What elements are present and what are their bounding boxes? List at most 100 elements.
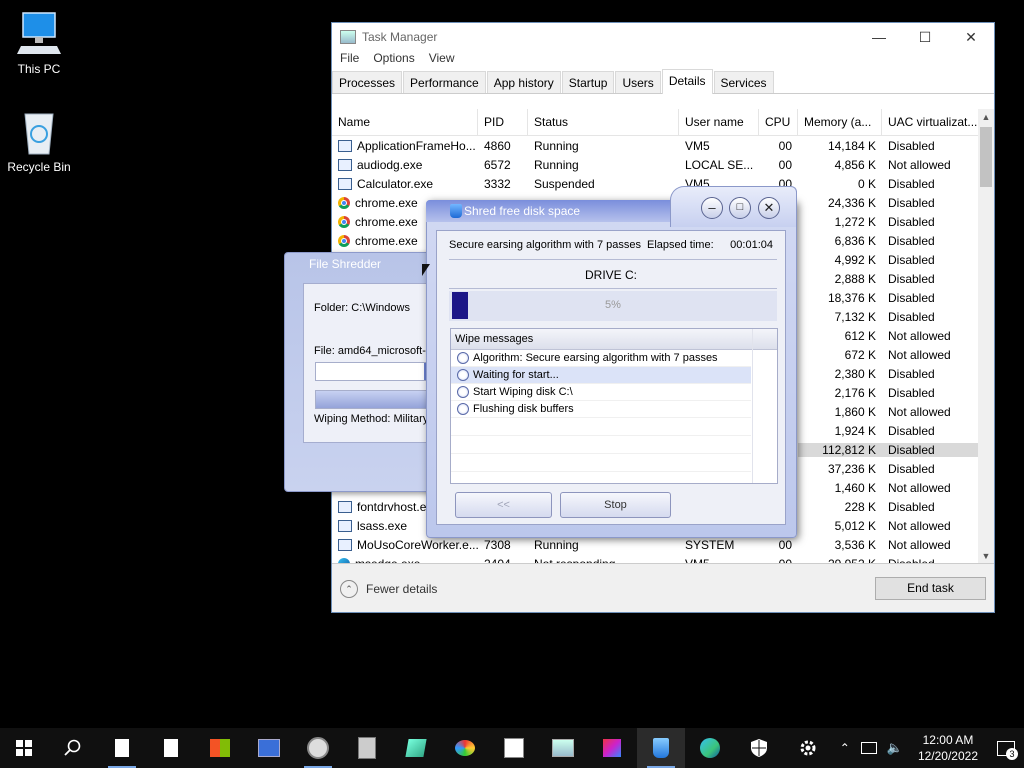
shred-dialog: Shred free disk space – □ ✕ Secure earsi… (426, 186, 797, 538)
stop-button[interactable]: Stop (560, 492, 671, 518)
tab-app-history[interactable]: App history (486, 71, 561, 93)
memory-cell: 612 K (798, 329, 882, 343)
elapsed-label: Elapsed time: (647, 239, 714, 251)
taskbar-app-paint[interactable] (441, 728, 489, 768)
notification-center-button[interactable]: 3 (988, 728, 1024, 768)
taskbar-app-document[interactable] (147, 728, 195, 768)
maximize-button[interactable]: □ (729, 197, 751, 219)
search-button[interactable] (48, 728, 96, 768)
tab-services[interactable]: Services (713, 71, 774, 93)
memory-cell-text: 5,012 K (834, 518, 876, 533)
close-button[interactable]: ✕ (758, 197, 780, 219)
uac-cell: Not allowed (882, 481, 980, 495)
uac-cell: Not allowed (882, 519, 980, 533)
status-cell-text: Running (534, 537, 579, 552)
tab-details[interactable]: Details (661, 69, 713, 94)
memory-cell-text: 14,184 K (827, 138, 876, 153)
back-button[interactable]: << (455, 492, 552, 518)
uac-cell-text: Disabled (888, 290, 935, 305)
taskbar-app-clock[interactable] (294, 728, 342, 768)
list-item[interactable]: Waiting for start... (451, 367, 751, 384)
wipe-messages-header: Wipe messages (451, 329, 777, 350)
uac-cell: Disabled (882, 272, 980, 286)
notebook-icon (405, 739, 427, 757)
tab-performance[interactable]: Performance (403, 71, 486, 93)
desktop-icon-this-pc[interactable]: This PC (1, 10, 77, 76)
memory-cell-text: 18,376 K (827, 290, 876, 305)
taskbar: ⌃ 🔈 12:00 AM 12/20/2022 3 (0, 728, 1024, 768)
taskbar-app-notebook[interactable] (392, 728, 440, 768)
mouse-cursor-icon (422, 264, 430, 276)
volume-icon[interactable]: 🔈 (887, 740, 903, 756)
taskbar-app-settings[interactable] (784, 728, 832, 768)
clock[interactable]: 12:00 AM 12/20/2022 (918, 732, 978, 764)
cpu-cell: 00 (759, 538, 798, 552)
tab-processes[interactable]: Processes (332, 71, 403, 93)
taskbar-app-notepad[interactable] (98, 728, 146, 768)
taskbar-app-task-manager[interactable] (539, 728, 587, 768)
memory-cell-text: 2,380 K (834, 366, 876, 381)
uac-cell: Disabled (882, 177, 980, 191)
list-item[interactable]: Start Wiping disk C:\ (451, 384, 751, 401)
tab-users[interactable]: Users (615, 71, 661, 93)
column-header-name[interactable]: Name (332, 109, 478, 135)
minimize-button[interactable]: – (701, 197, 723, 219)
task-manager-app-icon (340, 30, 356, 44)
vertical-scrollbar[interactable]: ▲ ▼ (978, 109, 994, 564)
system-tray: ⌃ 🔈 12:00 AM 12/20/2022 3 (834, 728, 1024, 768)
taskbar-app-chart[interactable] (490, 728, 538, 768)
end-task-button[interactable]: End task (875, 577, 986, 600)
shred-dialog-title: Shred free disk space (464, 204, 581, 218)
list-item[interactable]: Flushing disk buffers (451, 401, 751, 418)
uac-cell: Disabled (882, 253, 980, 267)
scroll-up-icon[interactable]: ▲ (978, 109, 994, 125)
shred-dialog-titlebar[interactable]: Shred free disk space (426, 200, 676, 222)
desktop-icon-recycle-bin[interactable]: Recycle Bin (1, 108, 77, 174)
taskbar-app-store[interactable] (196, 728, 244, 768)
minimize-button[interactable]: — (856, 23, 902, 51)
taskbar-app-calculator[interactable] (343, 728, 391, 768)
fewer-details-button[interactable]: ⌃ Fewer details (340, 580, 437, 598)
network-icon[interactable] (860, 742, 877, 754)
column-header-cpu[interactable]: CPU (759, 109, 798, 135)
close-button[interactable]: ✕ (948, 23, 994, 51)
uac-cell: Disabled (882, 462, 980, 476)
wipe-messages-list[interactable]: Wipe messages Algorithm: Secure earsing … (450, 328, 778, 484)
uac-cell-text: Disabled (888, 138, 935, 153)
tab-startup[interactable]: Startup (561, 71, 615, 93)
uac-cell-text: Not allowed (888, 347, 951, 362)
taskbar-app-tools[interactable] (588, 728, 636, 768)
taskbar-app-security[interactable] (735, 728, 783, 768)
window-controls: – □ ✕ (670, 186, 797, 227)
chevron-up-icon[interactable]: ⌃ (840, 741, 850, 755)
column-header-user[interactable]: User name (679, 109, 759, 135)
table-row[interactable]: audiodg.exe 6572 Running LOCAL SE... 00 4,856… (332, 155, 980, 174)
monitor-app-icon (258, 739, 280, 757)
maximize-button[interactable]: ☐ (902, 23, 948, 51)
column-header-memory[interactable]: Memory (a... (798, 109, 882, 135)
list-item[interactable]: Algorithm: Secure earsing algorithm with… (451, 350, 751, 367)
uac-cell-text: Disabled (888, 195, 935, 210)
file-shredder-title[interactable]: File Shredder (285, 253, 435, 275)
uac-cell: Disabled (882, 196, 980, 210)
column-header-uac[interactable]: UAC virtualizat... (882, 109, 980, 135)
scroll-thumb[interactable] (980, 127, 992, 187)
column-header-pid[interactable]: PID (478, 109, 528, 135)
start-button[interactable] (0, 728, 48, 768)
taskbar-app-monitor[interactable] (245, 728, 293, 768)
column-header-status[interactable]: Status (528, 109, 679, 135)
menu-options[interactable]: Options (373, 51, 414, 71)
process-name-cell: audiodg.exe (332, 158, 478, 172)
uac-cell: Not allowed (882, 348, 980, 362)
taskbar-app-edge[interactable] (686, 728, 734, 768)
user-cell: VM5 (679, 139, 759, 153)
cpu-cell-text: 00 (778, 157, 792, 172)
menu-view[interactable]: View (429, 51, 455, 71)
taskbar-app-file-shredder[interactable] (637, 728, 685, 768)
table-row[interactable]: ApplicationFrameHo... 4860 Running VM5 00 14,… (332, 136, 980, 155)
uac-cell: Not allowed (882, 405, 980, 419)
menu-file[interactable]: File (340, 51, 359, 71)
memory-cell: 672 K (798, 348, 882, 362)
scroll-down-icon[interactable]: ▼ (978, 548, 994, 564)
table-header: Name PID Status User name CPU Memory (a.… (332, 109, 980, 136)
